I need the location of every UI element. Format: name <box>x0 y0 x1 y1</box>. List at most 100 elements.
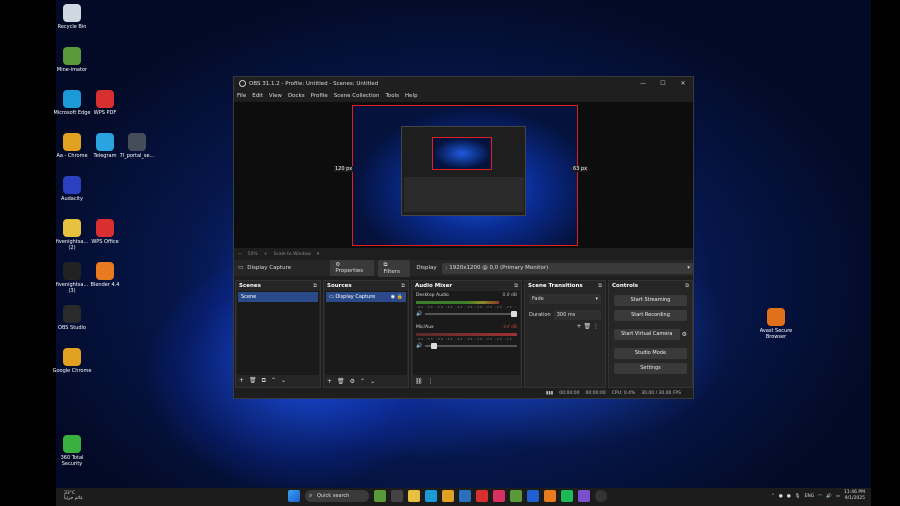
zoom-out-button[interactable]: − <box>238 252 242 257</box>
maximize-button[interactable]: ☐ <box>653 80 673 87</box>
menu-tools[interactable]: Tools <box>385 93 399 99</box>
source-item[interactable]: ▭ Display Capture ◉ 🔒 <box>326 292 406 302</box>
filters-button[interactable]: ⧉ Filters <box>378 259 411 277</box>
settings-button[interactable]: Settings <box>614 363 687 374</box>
avast-browser-icon <box>767 308 785 326</box>
add-icon[interactable]: + <box>577 323 582 330</box>
move-down-icon[interactable]: ⌄ <box>370 378 375 385</box>
volume-knob[interactable] <box>431 342 438 349</box>
studio-mode-button[interactable]: Studio Mode <box>614 348 687 359</box>
edge-icon[interactable] <box>425 490 437 502</box>
eye-icon[interactable]: ◉ <box>391 294 395 300</box>
desktop-icon[interactable]: WPS Office <box>85 219 125 245</box>
status-bar: ▮▮▮ 00:00:00 00:00:00 CPU: 0.4% 30.00 / … <box>234 388 693 398</box>
trash-icon[interactable]: 🗑 <box>249 377 257 385</box>
volume-slider[interactable] <box>425 310 517 317</box>
app-icon[interactable] <box>578 490 590 502</box>
zoom-in-button[interactable]: + <box>264 252 268 257</box>
microphone-icon[interactable]: 🎙 <box>795 494 801 499</box>
tray-app-icon[interactable]: ● <box>787 494 791 499</box>
preview-source-frame[interactable] <box>352 105 578 246</box>
link-icon[interactable]: ⛓ <box>415 378 423 385</box>
duration-input[interactable]: 300 ms <box>553 310 601 320</box>
dock-config-icon[interactable]: ⧉ <box>401 281 405 291</box>
trash-icon[interactable]: 🗑 <box>583 323 591 330</box>
desktop-icon[interactable]: WPS PDF <box>85 90 125 116</box>
move-up-icon[interactable]: ⌃ <box>271 377 276 385</box>
speaker-icon[interactable]: 🔊 <box>416 311 422 317</box>
menu-scene-collection[interactable]: Scene Collection <box>334 93 380 99</box>
task-view-icon[interactable] <box>391 490 403 502</box>
move-up-icon[interactable]: ⌃ <box>360 378 365 385</box>
lock-icon[interactable]: 🔒 <box>397 294 403 300</box>
dock-config-icon[interactable]: ⧉ <box>514 281 518 291</box>
minimize-button[interactable]: — <box>633 80 653 87</box>
scenes-dock: Scenes ⧉ Scene + 🗑 ⧉ ⌃ ⌄ <box>235 280 321 388</box>
spotify-icon[interactable] <box>561 490 573 502</box>
letterbox-right <box>871 0 900 506</box>
menu-help[interactable]: Help <box>405 93 418 99</box>
wps-icon[interactable] <box>476 490 488 502</box>
mine-imator-icon[interactable] <box>510 490 522 502</box>
menu-file[interactable]: File <box>237 93 246 99</box>
more-icon[interactable]: ⋮ <box>593 323 599 330</box>
add-icon[interactable]: + <box>327 378 332 385</box>
desktop-icon[interactable]: Recycle Bin <box>52 4 92 30</box>
desktop-icon[interactable]: OBS Studio <box>52 305 92 331</box>
scene-item[interactable]: Scene <box>238 292 318 302</box>
add-icon[interactable]: + <box>239 377 244 385</box>
filter-icon[interactable]: ⧉ <box>262 377 266 385</box>
desktop-icon[interactable]: Audacity <box>52 176 92 202</box>
desktop-icon[interactable]: Avast Secure Browser <box>754 308 798 340</box>
search-box[interactable]: Quick search <box>305 490 369 502</box>
outlook-icon[interactable] <box>459 490 471 502</box>
volume-icon[interactable]: 🔊 <box>826 494 832 499</box>
more-icon[interactable]: ⋮ <box>428 378 434 385</box>
gear-icon[interactable]: ⚙ <box>350 378 355 385</box>
track-name: Desktop Audio <box>416 293 449 298</box>
volume-knob[interactable] <box>511 310 517 317</box>
desktop-icon[interactable]: 7l_portal_se... <box>117 133 157 159</box>
clock[interactable]: 11:46 PM 9/1/2025 <box>844 490 865 502</box>
start-icon[interactable] <box>288 490 300 502</box>
weather-widget[interactable]: 33°C غائم جزئياً <box>64 491 83 501</box>
blender-icon[interactable] <box>544 490 556 502</box>
start-streaming-button[interactable]: Start Streaming <box>614 295 687 306</box>
menu-edit[interactable]: Edit <box>252 93 263 99</box>
chevron-up-icon[interactable]: ⌃ <box>771 494 775 499</box>
close-button[interactable]: ✕ <box>673 80 693 87</box>
properties-button[interactable]: ⚙ Properties <box>330 260 375 276</box>
start-recording-button[interactable]: Start Recording <box>614 310 687 321</box>
trash-icon[interactable]: 🗑 <box>337 378 345 385</box>
scale-select[interactable]: Scale to Window <box>274 252 311 257</box>
move-down-icon[interactable]: ⌄ <box>281 377 286 385</box>
obs-icon[interactable] <box>595 490 607 502</box>
dock-config-icon[interactable]: ⧉ <box>685 281 689 291</box>
dock-config-icon[interactable]: ⧉ <box>598 281 602 291</box>
menu-view[interactable]: View <box>269 93 282 99</box>
desktop-icon[interactable]: Mine-imator <box>52 47 92 73</box>
desktop-icon[interactable]: Blender 4.4 <box>85 262 125 288</box>
obs-logo-icon <box>239 80 246 87</box>
gear-icon[interactable]: ⚙ <box>682 331 687 338</box>
wifi-icon[interactable]: ◠ <box>818 494 822 499</box>
app-icon[interactable] <box>493 490 505 502</box>
dock-config-icon[interactable]: ⧉ <box>313 281 317 291</box>
app-icon[interactable] <box>527 490 539 502</box>
volume-slider[interactable] <box>425 342 517 349</box>
start-virtual-camera-button[interactable]: Start Virtual Camera <box>614 329 680 340</box>
display-select[interactable]: : 1920x1200 @ 0,0 (Primary Monitor) <box>441 262 693 274</box>
widget-icon[interactable] <box>374 490 386 502</box>
transition-select[interactable]: Fade ▾ <box>529 294 601 304</box>
file-explorer-icon[interactable] <box>408 490 420 502</box>
menu-profile[interactable]: Profile <box>311 93 328 99</box>
speaker-icon[interactable]: 🔊 <box>416 343 422 349</box>
desktop-icon[interactable]: Google Chrome <box>52 348 92 374</box>
battery-icon[interactable]: ▭ <box>836 494 840 499</box>
tray-app-icon[interactable]: ● <box>779 494 783 499</box>
lang-indicator[interactable]: ENG <box>804 494 814 499</box>
preview-canvas[interactable]: 120 px 63 px <box>234 102 693 248</box>
chrome-icon[interactable] <box>442 490 454 502</box>
menu-docks[interactable]: Docks <box>288 93 305 99</box>
desktop-icon[interactable]: 360 Total Security <box>52 435 92 467</box>
